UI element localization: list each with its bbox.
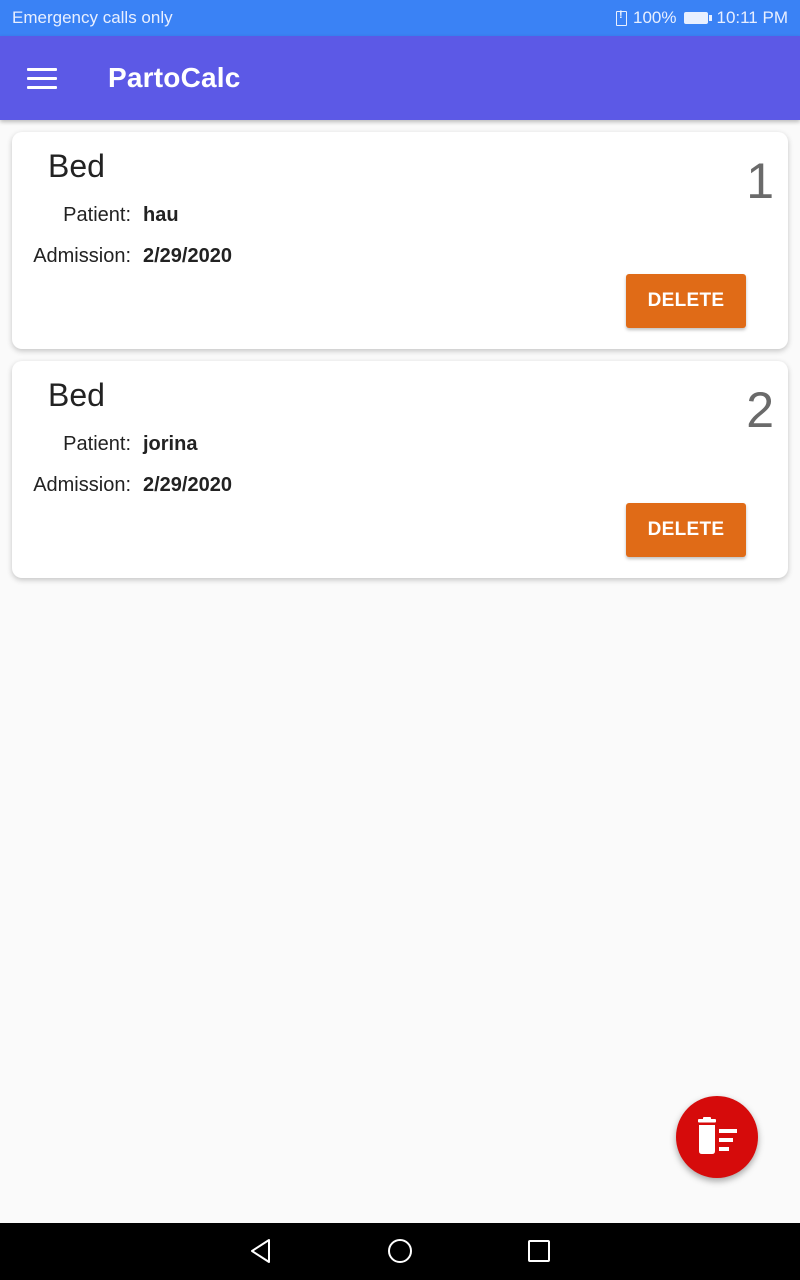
admission-row: Admission: 2/29/2020 bbox=[12, 245, 232, 268]
delete-button[interactable]: DELETE bbox=[626, 503, 746, 557]
battery-icon bbox=[684, 12, 713, 24]
app-bar: PartoCalc bbox=[0, 36, 800, 120]
status-icons: 100% 10:11 PM bbox=[616, 8, 788, 28]
bed-card[interactable]: Bed 1 Patient: hau Admission: 2/29/2020 … bbox=[12, 132, 788, 349]
delete-sweep-fab[interactable] bbox=[676, 1096, 758, 1178]
home-circle-icon[interactable] bbox=[386, 1237, 414, 1265]
bed-title: Bed bbox=[48, 377, 105, 413]
bed-number: 1 bbox=[746, 153, 774, 209]
admission-label: Admission: bbox=[33, 245, 131, 267]
admission-row: Admission: 2/29/2020 bbox=[12, 474, 232, 497]
patient-name: hau bbox=[143, 204, 179, 226]
admission-label: Admission: bbox=[33, 474, 131, 496]
bed-title: Bed bbox=[48, 148, 105, 184]
clock: 10:11 PM bbox=[716, 8, 788, 27]
menu-icon[interactable] bbox=[27, 62, 57, 95]
bed-card[interactable]: Bed 2 Patient: jorina Admission: 2/29/20… bbox=[12, 361, 788, 578]
delete-sweep-icon bbox=[698, 1117, 737, 1154]
system-nav-bar bbox=[0, 1223, 800, 1280]
back-triangle-icon[interactable] bbox=[247, 1237, 275, 1265]
sim-alert-icon bbox=[616, 9, 627, 26]
patient-label: Patient: bbox=[63, 204, 131, 226]
status-bar: Emergency calls only 100% 10:11 PM bbox=[0, 0, 800, 36]
admission-date: 2/29/2020 bbox=[143, 474, 232, 496]
patient-row: Patient: hau bbox=[12, 204, 179, 227]
patient-name: jorina bbox=[143, 433, 198, 455]
bed-number: 2 bbox=[746, 382, 774, 438]
admission-date: 2/29/2020 bbox=[143, 245, 232, 267]
patient-row: Patient: jorina bbox=[12, 433, 197, 456]
app-title: PartoCalc bbox=[108, 62, 241, 93]
delete-button[interactable]: DELETE bbox=[626, 274, 746, 328]
battery-percent: 100% bbox=[633, 8, 677, 27]
carrier-text: Emergency calls only bbox=[12, 8, 173, 27]
patient-label: Patient: bbox=[63, 433, 131, 455]
bed-list: Bed 1 Patient: hau Admission: 2/29/2020 … bbox=[12, 132, 788, 590]
recents-square-icon[interactable] bbox=[525, 1237, 553, 1265]
